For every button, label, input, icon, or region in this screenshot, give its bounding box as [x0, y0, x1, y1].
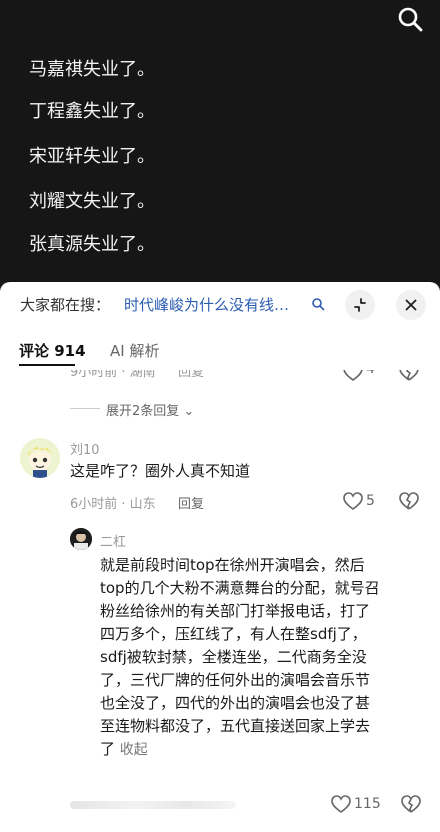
like-count: 5 [366, 493, 375, 509]
comment-text-line: sdfj被软封禁，全楼连坐，二代商务全没 [100, 648, 367, 666]
comment-text-line: 就是前段时间top在徐州开演唱会，然后 [100, 556, 365, 574]
comment-panel: 大家都在搜： 时代峰峻为什么没有线… 评论 914 AI 解析 9小时前 · 湖… [0, 282, 440, 832]
suggested-search-prefix: 大家都在搜： [20, 296, 111, 314]
search-icon[interactable] [392, 2, 428, 38]
obscured-meta [70, 801, 236, 809]
comment-text-line: 了，三代厂牌的任何外出的演唱会音乐节 [100, 671, 371, 689]
video-caption-line: 马嘉祺失业了。 [29, 59, 155, 80]
reply-button[interactable]: 回复 [178, 493, 204, 512]
reply-button[interactable]: 回复 [178, 370, 204, 380]
like-count: 4 [366, 370, 375, 377]
comment-text-line: 粉丝给徐州的有关部门打举报电话，打了 [100, 602, 371, 620]
previous-comment-meta: 9小时前 · 湖南 回复 4 [0, 370, 440, 382]
divider [70, 408, 100, 409]
comment-tabs: 评论 914 AI 解析 [0, 334, 440, 368]
comment-text-line: 也全没了，四代的外出的演唱会也没了甚 [100, 694, 371, 712]
broken-heart-icon[interactable] [398, 491, 420, 511]
comment-text: 就是前段时间top在徐州开演唱会，然后 top的几个大粉不满意舞台的分配，就号召… [100, 554, 430, 762]
video-caption-line: 宋亚轩失业了。 [29, 146, 155, 167]
comment-time: 6小时前 · 山东 [70, 497, 156, 512]
comment-text-line-last: 了 收起 [100, 740, 148, 758]
search-icon[interactable] [311, 296, 325, 315]
heart-icon[interactable] [342, 370, 364, 382]
broken-heart-icon[interactable] [400, 794, 422, 814]
comment-author[interactable]: 刘10 [70, 439, 100, 458]
comment-author[interactable]: 二杠 [100, 531, 126, 550]
video-caption-line: 刘耀文失业了。 [29, 191, 155, 212]
close-button[interactable] [396, 290, 426, 320]
tab-ai-analysis[interactable]: AI 解析 [110, 340, 159, 361]
video-area: 马嘉祺失业了。 丁程鑫失业了。 宋亚轩失业了。 刘耀文失业了。 张真源失业了。 [0, 0, 440, 282]
comment-text: 这是咋了？圈外人真不知道 [70, 462, 251, 480]
avatar[interactable] [20, 438, 60, 478]
collapse-button[interactable]: 收起 [120, 742, 148, 758]
video-caption-line: 张真源失业了。 [29, 234, 155, 255]
avatar[interactable] [70, 528, 92, 550]
comment-text-line: 四万多个，压红线了，有人在整sdfj了， [100, 625, 367, 643]
comment-text-line: top的几个大粉不满意舞台的分配，就号召 [100, 579, 380, 597]
comment-text-line: 至连物料都没了，五代直接送回家上学去 [100, 717, 371, 735]
tab-active-indicator [19, 364, 75, 366]
broken-heart-icon[interactable] [398, 370, 420, 382]
collapse-arrows-icon [354, 298, 366, 312]
suggested-search-query[interactable]: 时代峰峻为什么没有线… [124, 294, 289, 315]
heart-icon[interactable] [342, 491, 364, 511]
chevron-down-icon: ⌄ [183, 404, 195, 419]
heart-icon[interactable] [330, 794, 352, 814]
video-caption-line: 丁程鑫失业了。 [29, 101, 155, 122]
comment-time: 9小时前 · 湖南 [70, 370, 156, 380]
like-count: 115 [354, 796, 381, 812]
close-icon [405, 299, 417, 311]
collapse-panel-button[interactable] [345, 290, 375, 320]
tab-comments[interactable]: 评论 914 [19, 340, 86, 361]
suggested-search-bar[interactable]: 大家都在搜： 时代峰峻为什么没有线… [0, 282, 440, 328]
expand-replies-label: 展开2条回复 ⌄ [106, 404, 195, 419]
